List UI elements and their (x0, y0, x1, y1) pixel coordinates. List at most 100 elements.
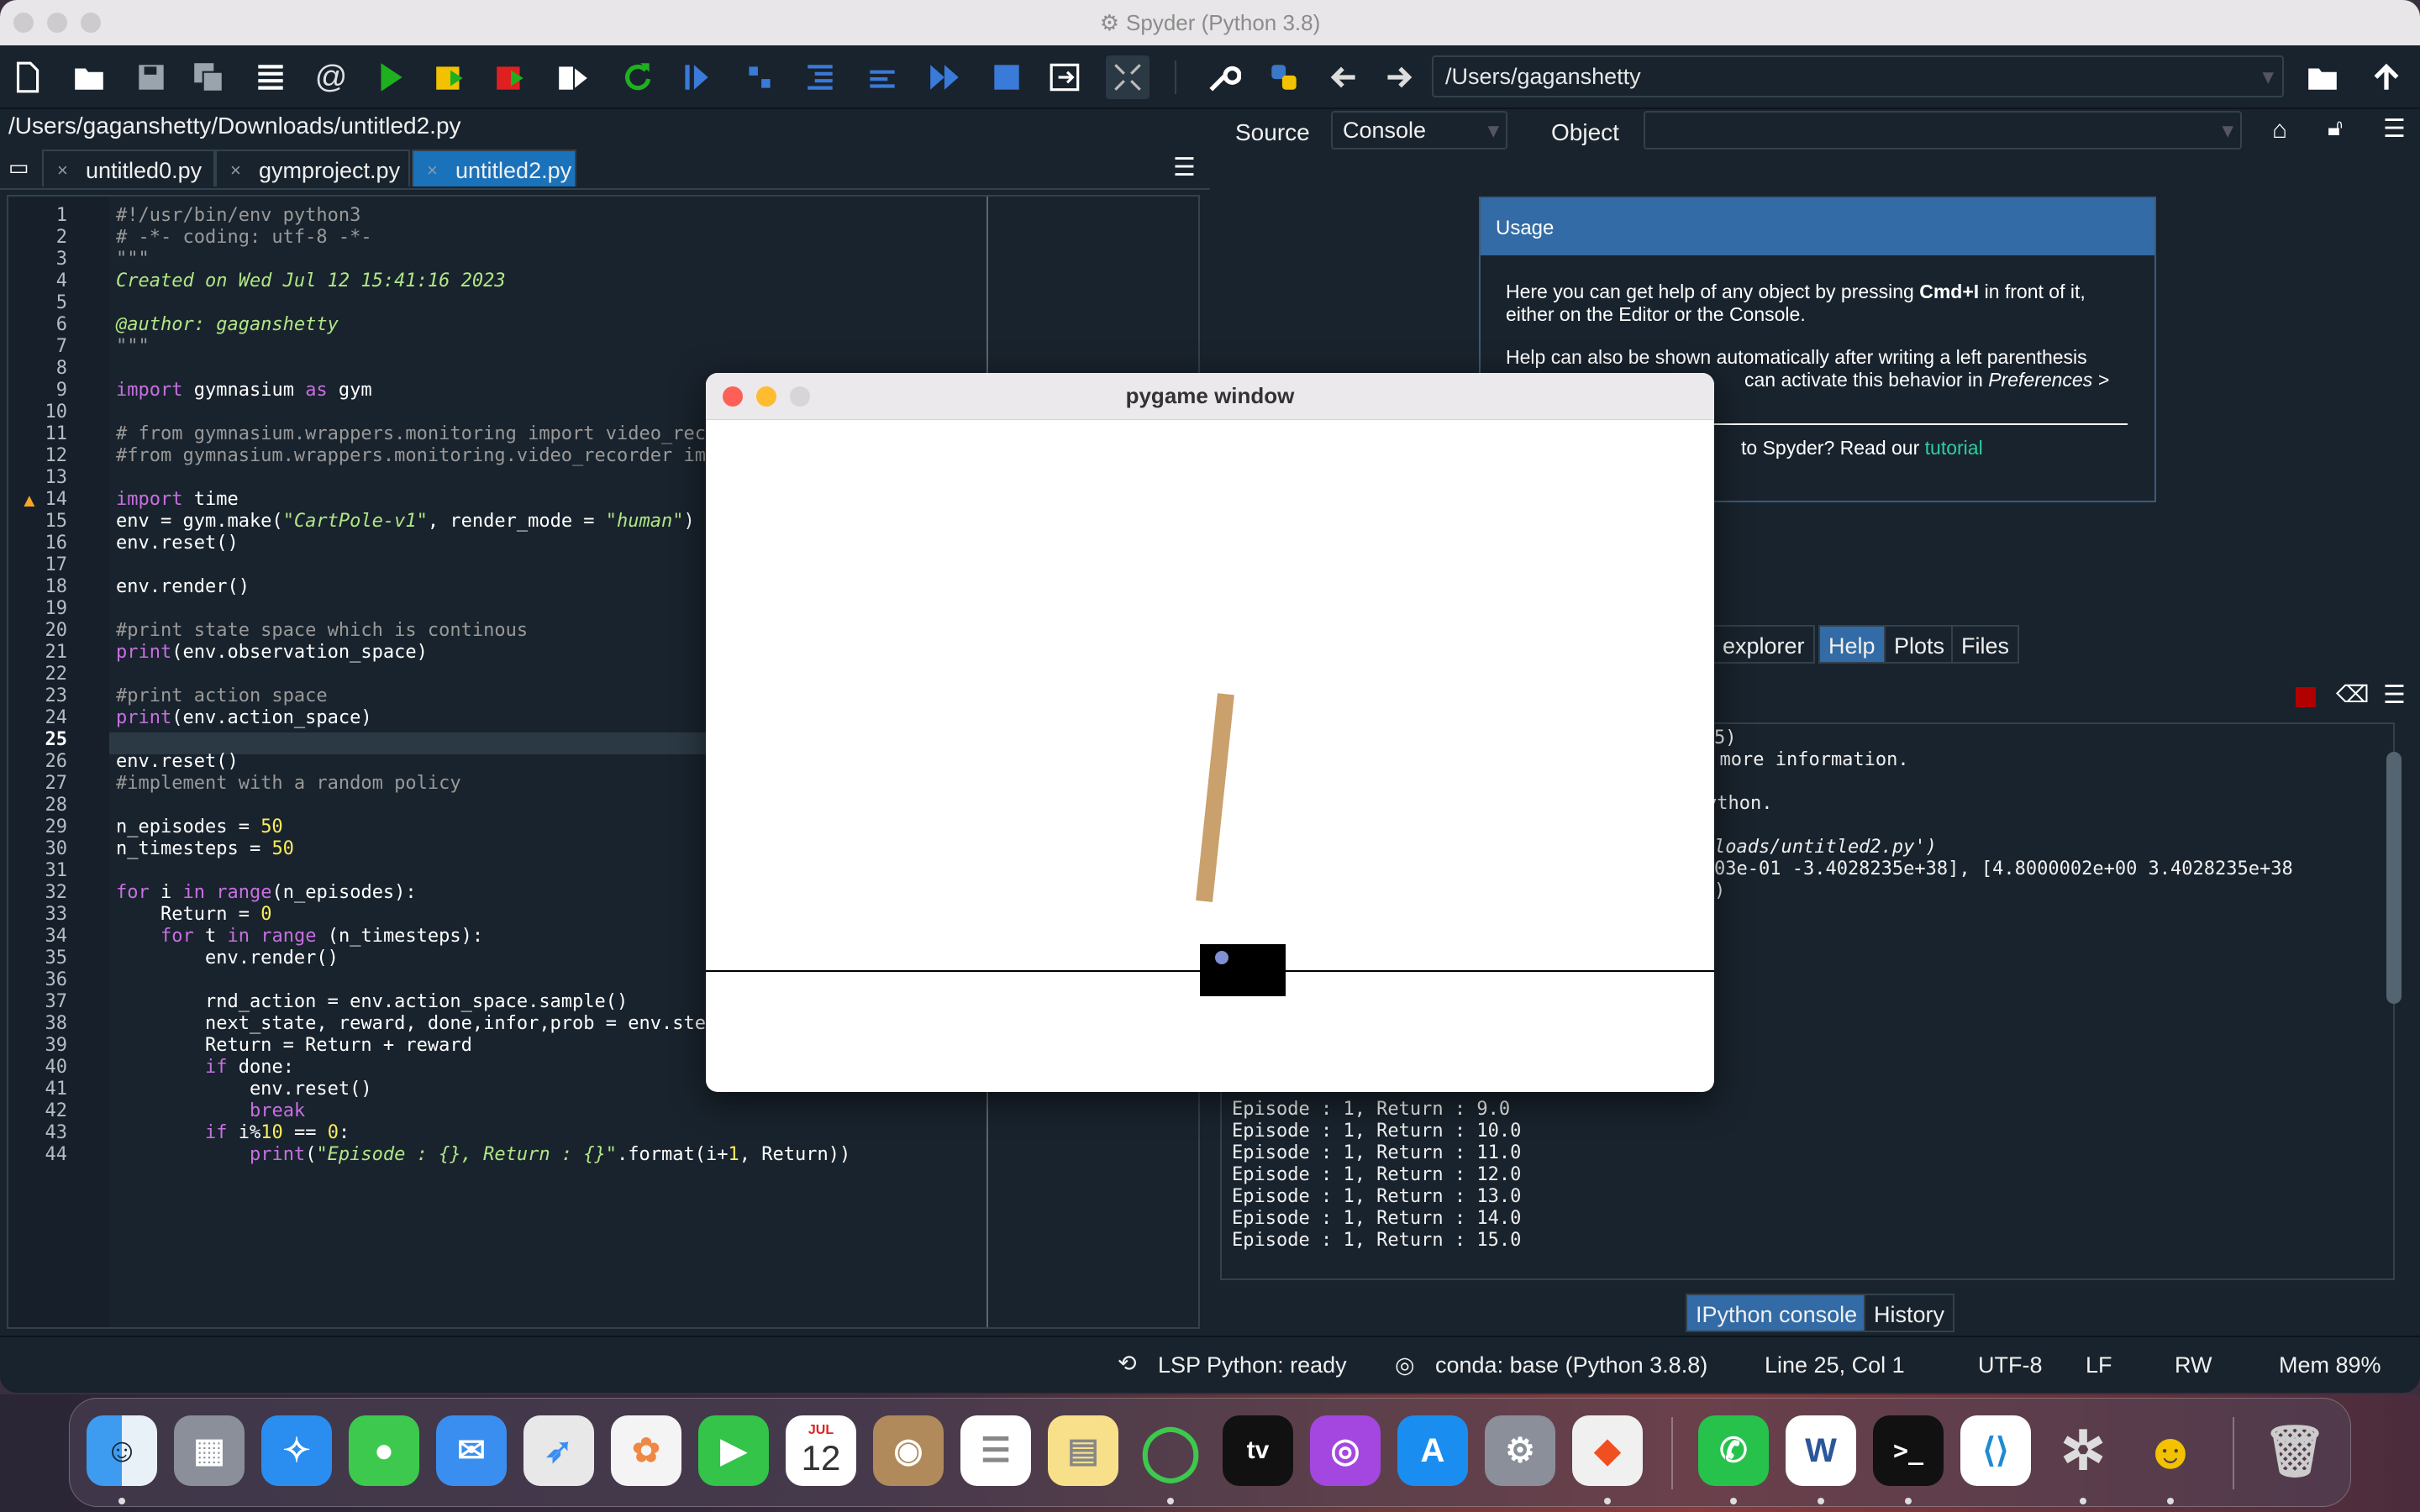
reminders-icon[interactable]: ☰ (960, 1415, 1031, 1486)
word-icon[interactable]: W (1786, 1415, 1856, 1486)
trash-icon[interactable]: 🗑︎ (2260, 1415, 2330, 1486)
console-scrollbar[interactable] (2386, 752, 2402, 1004)
open-file-icon[interactable] (67, 55, 111, 99)
run-cell-icon[interactable] (429, 55, 472, 99)
forward-arrow-icon[interactable] (1376, 55, 1420, 99)
browse-folder-icon[interactable] (2301, 55, 2344, 99)
tab-label: explorer (1723, 633, 1805, 659)
launchpad-icon[interactable]: ▦ (174, 1415, 245, 1486)
console-line: Episode : 1, Return : 10.0 (1232, 1121, 1522, 1142)
safari-icon[interactable]: ✧ (261, 1415, 332, 1486)
close-window-button[interactable] (723, 386, 743, 407)
zoom-window-button[interactable] (790, 386, 810, 407)
warning-icon[interactable]: ▲ (20, 490, 39, 512)
app-store-icon[interactable]: A (1397, 1415, 1468, 1486)
close-tab-icon[interactable]: × (230, 160, 241, 181)
code-line: import time (116, 489, 239, 510)
spyder-icon[interactable]: ✲ (2048, 1415, 2118, 1486)
rerun-icon[interactable] (615, 55, 659, 99)
notes-icon[interactable]: ▤ (1048, 1415, 1118, 1486)
podcasts-icon[interactable]: ◎ (1310, 1415, 1381, 1486)
finder-icon[interactable]: ☺ (87, 1415, 157, 1486)
tab-variable-explorer[interactable]: explorer (1697, 625, 1815, 664)
photos-icon[interactable]: ✿ (611, 1415, 681, 1486)
line-number: 7 (55, 336, 67, 357)
run-file-icon[interactable] (368, 55, 412, 99)
save-all-icon[interactable] (187, 55, 230, 99)
pycharm-ring-icon[interactable]: ◯ (1135, 1415, 1206, 1486)
object-combo[interactable]: ▾ (1644, 111, 2242, 150)
home-icon[interactable]: ⌂ (2272, 116, 2287, 144)
back-arrow-icon[interactable] (1323, 55, 1366, 99)
messages-icon[interactable]: ● (349, 1415, 419, 1486)
step-into-icon[interactable] (798, 55, 842, 99)
step-return-icon[interactable] (860, 55, 904, 99)
usage-paragraph-1: Here you can get help of any object by p… (1506, 281, 2129, 326)
browse-tabs-icon[interactable] (249, 55, 292, 99)
tutorial-link[interactable]: tutorial (1925, 437, 1983, 459)
tab-untitled2[interactable]: × untitled2.py (412, 150, 576, 186)
hamburger-menu-icon[interactable]: ☰ (1173, 153, 1196, 182)
tab-gymproject[interactable]: × gymproject.py (215, 150, 410, 186)
code-token: #print state space which is continous (116, 620, 529, 641)
debug-icon[interactable] (674, 55, 718, 99)
hamburger-menu-icon[interactable]: ☰ (2383, 680, 2406, 710)
pygame-window[interactable]: pygame window (706, 373, 1714, 1092)
line-number: 35 (45, 948, 68, 969)
lock-icon[interactable]: 🔓︎ (2328, 114, 2343, 142)
exit-icon[interactable] (1044, 55, 1087, 99)
tab-untitled0[interactable]: × untitled0.py (42, 150, 215, 186)
code-token: 0 (327, 1122, 339, 1143)
preferences-wrench-icon[interactable] (1202, 55, 1245, 99)
tab-ipython-console[interactable]: IPython console (1686, 1294, 1868, 1332)
run-cell-advance-icon[interactable] (489, 55, 533, 99)
terminal-icon[interactable]: >_ (1873, 1415, 1944, 1486)
code-token: env = gym.make( (116, 511, 283, 532)
eraser-icon[interactable]: ⌫ (2336, 680, 2370, 708)
stop-debug-icon[interactable] (985, 55, 1028, 99)
stop-kernel-icon[interactable] (2296, 687, 2316, 707)
tab-history[interactable]: History (1864, 1294, 1955, 1332)
code-line: rnd_action = env.action_space.sample() (116, 991, 628, 1012)
chevron-down-icon[interactable]: ▾ (2262, 64, 2274, 90)
browse-tabs-icon[interactable]: ▭ (8, 155, 29, 181)
continue-icon[interactable] (923, 55, 966, 99)
apple-tv-icon[interactable]: tv (1223, 1415, 1293, 1486)
python-launcher-icon[interactable]: ☻ (2135, 1415, 2206, 1486)
minimize-window-button[interactable] (756, 386, 776, 407)
calendar-icon[interactable]: JUL 12 (786, 1415, 856, 1486)
close-window-button[interactable] (13, 13, 34, 33)
python-path-icon[interactable] (1262, 55, 1306, 99)
tab-files[interactable]: Files (1951, 625, 2020, 664)
brave-browser-icon[interactable]: ◆ (1572, 1415, 1643, 1486)
maximize-pane-icon[interactable] (1106, 55, 1150, 99)
run-selection-icon[interactable] (551, 55, 595, 99)
parent-directory-icon[interactable] (2365, 55, 2408, 99)
tab-help[interactable]: Help (1818, 625, 1886, 664)
new-file-icon[interactable] (5, 55, 49, 99)
code-line: Return = Return + reward (116, 1035, 472, 1056)
maps-icon[interactable]: ➶ (523, 1415, 594, 1486)
save-file-icon[interactable] (129, 55, 173, 99)
whatsapp-icon[interactable]: ✆ (1698, 1415, 1769, 1486)
debug-step-icon[interactable] (738, 55, 781, 99)
contacts-icon[interactable]: ◉ (873, 1415, 944, 1486)
console-line: Episode : 1, Return : 13.0 (1232, 1186, 1522, 1207)
line-number: 15 (45, 511, 68, 532)
system-settings-icon[interactable]: ⚙ (1485, 1415, 1555, 1486)
at-symbol-icon[interactable]: @ (309, 55, 353, 99)
tab-plots[interactable]: Plots (1884, 625, 1955, 664)
zoom-window-button[interactable] (81, 13, 101, 33)
close-tab-icon[interactable]: × (427, 160, 438, 181)
facetime-icon[interactable]: ▶ (698, 1415, 769, 1486)
code-token: n_episodes = (116, 816, 261, 837)
mail-icon[interactable]: ✉ (436, 1415, 507, 1486)
source-combo[interactable]: Console ▾ (1331, 111, 1507, 150)
line-number: 25 (45, 729, 68, 750)
minimize-window-button[interactable] (47, 13, 67, 33)
hamburger-menu-icon[interactable]: ☰ (2383, 114, 2406, 144)
code-line: for t in range (n_timesteps): (116, 926, 483, 947)
vscode-icon[interactable]: ⟨⟩ (1960, 1415, 2031, 1486)
working-directory-combo[interactable]: /Users/gaganshetty ▾ (1432, 55, 2284, 97)
close-tab-icon[interactable]: × (57, 160, 68, 181)
